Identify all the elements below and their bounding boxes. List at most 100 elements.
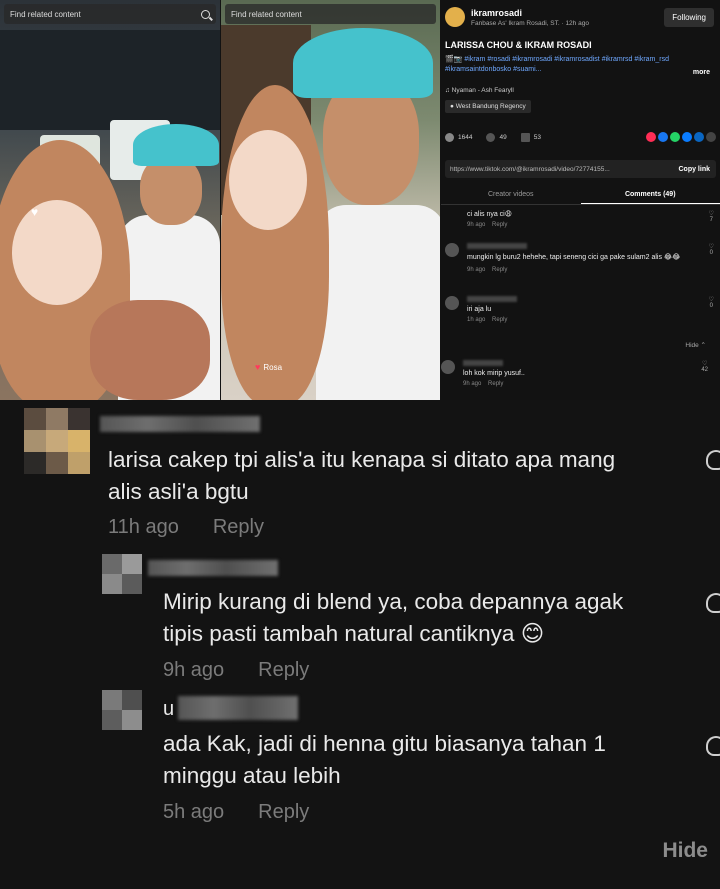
mini-like-count: 7 xyxy=(709,217,713,223)
comment-icon[interactable] xyxy=(486,132,496,142)
hide-replies-small[interactable]: Hide ⌃ xyxy=(685,341,706,349)
mini-comment: ci alis nya ci😩 9h ago Reply ♡ 7 xyxy=(445,210,714,228)
share-icon[interactable] xyxy=(706,132,716,142)
reply-button[interactable]: Reply xyxy=(258,801,309,824)
blurred-username xyxy=(467,243,527,249)
stats-row: 1644 49 53 xyxy=(445,132,716,142)
mini-comment-text: mungkin lg buru2 hehehe, tapi seneng cic… xyxy=(467,254,681,261)
man-cap xyxy=(133,124,219,166)
blurred-username xyxy=(178,696,298,720)
mini-comment-time: 1h ago xyxy=(467,317,486,323)
mini-like[interactable]: ♡ 42 xyxy=(701,360,708,373)
mini-comment-time: 9h ago xyxy=(467,222,486,228)
mini-comment-time: 9h ago xyxy=(467,267,486,273)
reply-button[interactable]: Reply xyxy=(213,516,264,539)
heart-icon: ♥ xyxy=(31,205,39,219)
tab-creator-videos[interactable]: Creator videos xyxy=(441,185,581,204)
comment-meta: 11h ago Reply xyxy=(108,516,264,539)
search-icon[interactable] xyxy=(201,9,210,19)
sticker-tag: ♥ Rosa xyxy=(255,362,282,372)
repost-icon[interactable] xyxy=(646,132,656,142)
comment-text: larisa cakep tpi alis'a itu kenapa si di… xyxy=(108,447,616,472)
comment-avatar[interactable] xyxy=(102,554,142,594)
video-middle[interactable]: Find related content ♥ Rosa xyxy=(221,0,440,400)
comment-count: 49 xyxy=(499,133,507,141)
mini-reply-button[interactable]: Reply xyxy=(492,267,507,273)
mini-avatar[interactable] xyxy=(445,243,459,257)
comment-text: alis asli'a bgtu xyxy=(108,479,249,504)
linkedin-icon[interactable] xyxy=(694,132,704,142)
location-chip[interactable]: ● West Bandung Regency xyxy=(445,100,531,113)
blurred-username xyxy=(463,360,503,366)
save-count: 53 xyxy=(533,133,541,141)
video-link[interactable]: https://www.tiktok.com/@ikramrosadi/vide… xyxy=(445,166,672,173)
comment-text: ada Kak, jadi di henna gitu biasanya tah… xyxy=(163,731,606,756)
like-heart-icon[interactable] xyxy=(706,736,720,756)
hide-replies-button[interactable]: Hide xyxy=(662,839,708,863)
reply-button[interactable]: Reply xyxy=(258,659,309,682)
sticker-tag-label: Rosa xyxy=(263,362,283,372)
location-label: West Bandung Regency xyxy=(455,103,526,110)
comment-avatar[interactable] xyxy=(24,408,90,474)
comment-text: Mirip kurang di blend ya, coba depannya … xyxy=(163,589,624,614)
comment-meta: 5h ago Reply xyxy=(163,801,309,824)
facebook-icon[interactable] xyxy=(658,132,668,142)
woman-face xyxy=(12,200,102,305)
music-label[interactable]: ♫ Nyaman - Ash Fearyll xyxy=(445,87,514,94)
blurred-username xyxy=(467,296,517,302)
mini-like[interactable]: ♡ 0 xyxy=(709,296,714,309)
comment-text: minggu atau lebih xyxy=(163,763,341,788)
woman-face xyxy=(229,130,307,230)
like-heart-icon[interactable] xyxy=(706,450,720,470)
comments-section: larisa cakep tpi alis'a itu kenapa si di… xyxy=(0,400,720,889)
like-icon[interactable] xyxy=(445,132,454,142)
tabs: Creator videos Comments (49) xyxy=(441,185,720,205)
woman-sleeve xyxy=(90,300,210,400)
like-heart-icon[interactable] xyxy=(706,593,720,613)
link-row: https://www.tiktok.com/@ikramrosadi/vide… xyxy=(445,160,716,178)
mini-reply-button[interactable]: Reply xyxy=(492,317,507,323)
comment-time: 5h ago xyxy=(163,801,225,823)
mini-avatar[interactable] xyxy=(445,296,459,310)
mini-reply-button[interactable]: Reply xyxy=(492,222,507,228)
man-shirt xyxy=(316,205,440,400)
search-text: Find related content xyxy=(10,9,81,19)
author-subtitle: Fanbase As' Ikram Rosadi, ST. · 12h ago xyxy=(471,19,589,27)
more-link[interactable]: more xyxy=(693,69,710,76)
whatsapp-icon[interactable] xyxy=(670,132,680,142)
comment-time: 11h ago xyxy=(108,516,179,538)
blurred-username xyxy=(148,560,278,576)
mini-reply-button[interactable]: Reply xyxy=(488,381,503,387)
comment-avatar[interactable] xyxy=(102,690,142,730)
comment-time: 9h ago xyxy=(163,659,225,681)
mini-comment-time: 9h ago xyxy=(463,381,482,387)
copy-link-button[interactable]: Copy link xyxy=(672,166,716,173)
search-bar-middle[interactable]: Find related content xyxy=(225,4,436,24)
mini-avatar[interactable] xyxy=(441,360,455,374)
following-button[interactable]: Following xyxy=(664,7,714,27)
search-bar-left[interactable]: Find related content xyxy=(4,4,216,24)
mini-comment: mungkin lg buru2 hehehe, tapi seneng cic… xyxy=(445,243,714,273)
author-avatar[interactable] xyxy=(445,7,465,27)
blurred-username xyxy=(100,416,260,432)
mini-like-count: 42 xyxy=(701,367,708,373)
post-caption[interactable]: 🎬📷 #ikram #rosadi #ikramrosadi #ikramros… xyxy=(445,55,690,75)
mini-like-count: 0 xyxy=(709,303,713,309)
man-cap xyxy=(293,28,433,98)
messenger-icon[interactable] xyxy=(682,132,692,142)
car-window xyxy=(0,30,220,130)
mini-like[interactable]: ♡ 7 xyxy=(709,210,714,223)
mini-comment: iri aja lu 1h ago Reply ♡ 0 xyxy=(445,296,714,323)
post-info-panel: ikramrosadi Fanbase As' Ikram Rosadi, ST… xyxy=(441,0,720,400)
mini-like[interactable]: ♡ 0 xyxy=(709,243,714,256)
bookmark-icon[interactable] xyxy=(520,132,530,142)
search-text: Find related content xyxy=(231,9,302,19)
comment-text: tipis pasti tambah natural cantiknya 😊 xyxy=(163,621,545,646)
mini-comment-text: iri aja lu xyxy=(467,306,492,313)
tab-comments[interactable]: Comments (49) xyxy=(580,185,720,204)
mini-like-count: 0 xyxy=(709,250,713,256)
heart-icon: ♥ xyxy=(255,362,261,372)
author-name[interactable]: ikramrosadi xyxy=(471,8,664,18)
post-title: LARISSA CHOU & IKRAM ROSADI xyxy=(445,40,592,50)
video-left[interactable]: Find related content ♥ xyxy=(0,0,220,400)
